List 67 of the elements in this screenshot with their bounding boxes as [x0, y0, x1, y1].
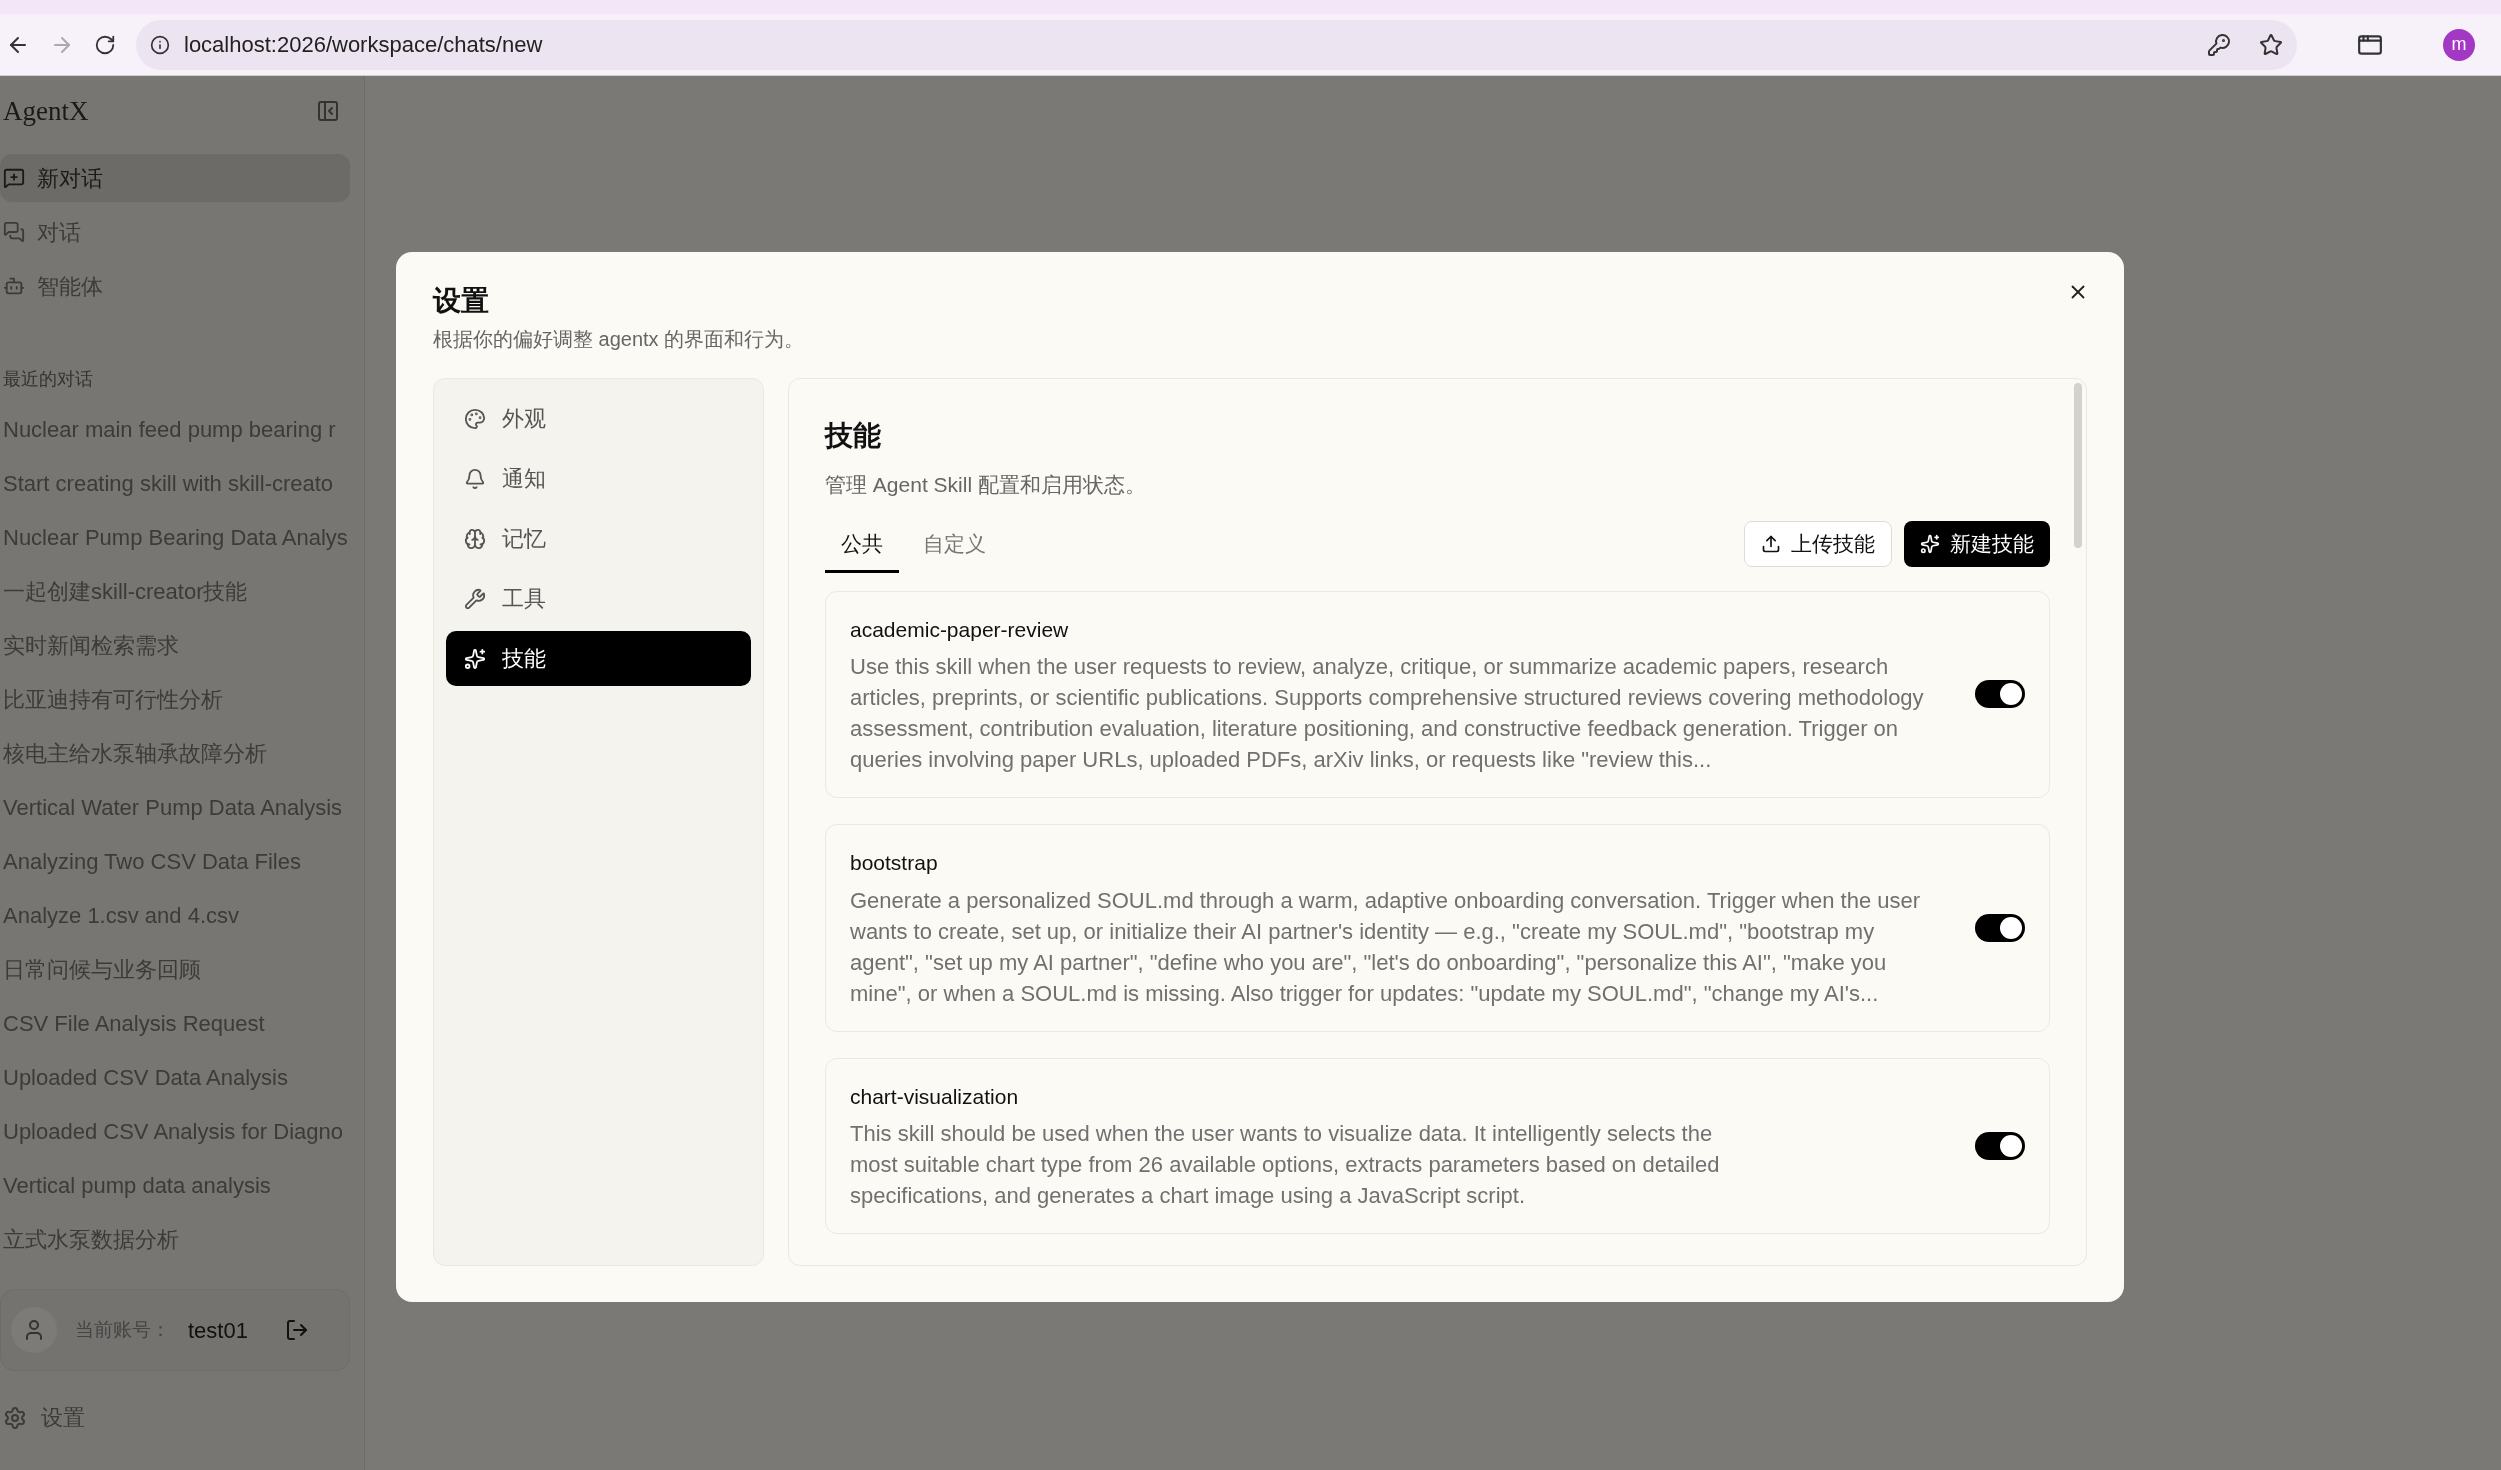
chat-history-item[interactable]: 立式水泵数据分析 [0, 1213, 364, 1267]
key-icon[interactable] [2207, 32, 2231, 57]
toggle-switch[interactable] [1975, 913, 2025, 942]
wrench-icon [464, 587, 486, 610]
chat-history-item[interactable]: Start creating skill with skill-creato [0, 457, 364, 511]
skill-description: Generate a personalized SOUL.md through a warm, adaptive onboarding conversation. Trigger when the user wants to create, set up, or initialize their AI partner's identity — e.g., "create my SOUL.md", "bootstrap my agent", "set up my AI partner", "define who you are", "let's do onboarding", "personalize this AI", "make you mine", or when a SOUL.md is missing. Also trigger for updates: "update my SOUL.md", "change my AI's... [850, 886, 1922, 1008]
settings-nav-item[interactable]: 记忆 [446, 511, 751, 566]
chat-history-item[interactable]: 一起创建skill-creator技能 [0, 565, 364, 619]
chat-bubbles-icon [3, 221, 25, 243]
settings-nav-item[interactable]: 通知 [446, 451, 751, 506]
section-title: 技能 [825, 419, 882, 453]
palette-icon [464, 407, 486, 430]
scrollbar-thumb[interactable] [2074, 383, 2082, 548]
chat-history-item[interactable]: Analyzing Two CSV Data Files [0, 835, 364, 889]
brain-icon [464, 527, 486, 550]
skill-name: chart-visualization [850, 1083, 1020, 1110]
settings-nav-item[interactable]: 技能 [446, 631, 751, 686]
chat-history-item[interactable]: Vertical pump data analysis [0, 1159, 364, 1213]
user-avatar [11, 1307, 57, 1353]
nav-item[interactable]: 新对话 [0, 154, 350, 202]
url-text: localhost:2026/workspace/chats/new [184, 31, 544, 59]
robot-icon [3, 275, 25, 297]
chat-history-item[interactable]: CSV File Analysis Request [0, 997, 364, 1051]
new-chat-icon [3, 167, 25, 189]
dialog-title: 设置 [433, 284, 489, 318]
chat-history-item[interactable]: Nuclear main feed pump bearing r [0, 403, 364, 457]
bookmark-star-icon[interactable] [2259, 32, 2283, 57]
skill-name: bootstrap [850, 850, 939, 876]
reload-icon[interactable] [94, 33, 116, 56]
new-skill-button[interactable]: 新建技能 [1904, 520, 2050, 567]
brand-name: AgentX [3, 94, 89, 128]
skill-description: Use this skill when the user requests to review, analyze, critique, or summarize academic papers, research articles, preprints, or scientific publications. Supports comprehensive structured reviews covering methodology assessment, contribution evaluation, literature positioning, and constructive feedback generation. Trigger on queries involving paper URLs, uploaded PDFs, arXiv links, or requests like "review this... [850, 653, 1925, 774]
profile-avatar[interactable]: m [2443, 28, 2475, 61]
upload-icon [1761, 533, 1781, 554]
chat-history-item[interactable]: Vertical Water Pump Data Analysis [0, 781, 364, 835]
toggle-switch[interactable] [1975, 680, 2025, 709]
chat-history-item[interactable]: 日常问候与业务回顾 [0, 943, 364, 997]
address-bar[interactable]: localhost:2026/workspace/chats/new [136, 19, 2297, 70]
settings-nav-item[interactable]: 外观 [446, 391, 751, 446]
chat-history-item[interactable]: 实时新闻检索需求 [0, 619, 364, 673]
chat-history-item[interactable]: Uploaded CSV Analysis for Diagno [0, 1105, 364, 1159]
account-name: test01 [188, 1316, 249, 1345]
chat-history-item[interactable]: Analyze 1.csv and 4.csv [0, 889, 364, 943]
section-heading: 最近的对话 [2, 368, 94, 391]
chat-history-item[interactable]: Uploaded CSV Data Analysis [0, 1051, 364, 1105]
nav-item[interactable]: 智能体 [0, 262, 350, 310]
section-subtitle: 管理 Agent Skill 配置和启用状态。 [825, 472, 1147, 498]
upload-skill-button[interactable]: 上传技能 [1744, 520, 1892, 567]
chat-history-item[interactable]: 比亚迪持有可行性分析 [0, 673, 364, 727]
toggle-switch[interactable] [1975, 1131, 2025, 1160]
chat-history-item[interactable]: 核电主给水泵轴承故障分析 [0, 727, 364, 781]
settings-nav-item[interactable]: 工具 [446, 571, 751, 626]
nav-item[interactable]: 对话 [0, 208, 350, 256]
settings-icon [3, 1405, 27, 1430]
dialog-subtitle: 根据你的偏好调整 agentx 的界面和行为。 [433, 327, 805, 352]
collapse-sidebar-icon[interactable] [316, 99, 340, 123]
chat-history-item[interactable]: Nuclear Pump Bearing Data Analys [0, 511, 364, 565]
tab[interactable]: 公共 [825, 522, 899, 573]
logout-icon[interactable] [285, 1318, 309, 1342]
settings-link[interactable]: 设置 [0, 1401, 364, 1434]
tab[interactable]: 自定义 [907, 522, 1002, 573]
sparkle-icon [464, 647, 486, 670]
bell-icon [464, 467, 486, 490]
skill-name: academic-paper-review [850, 616, 1070, 643]
info-icon[interactable] [150, 34, 170, 55]
sparkle-icon [1920, 533, 1940, 554]
skill-description: This skill should be used when the user wants to visualize data. It intelligently selects the most suitable chart type from 26 available options, extracts parameters based on detailed specifications, and generates a chart image using a JavaScript script. [850, 1120, 1720, 1210]
